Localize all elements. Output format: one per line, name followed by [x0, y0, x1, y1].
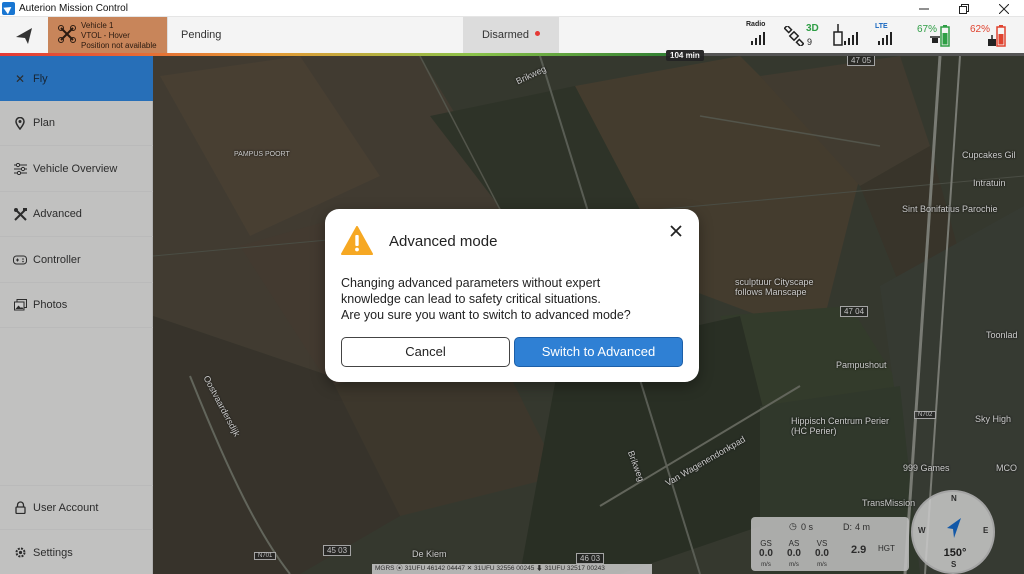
remote-control-icon — [833, 24, 843, 46]
controller-battery-percent: 62% — [970, 24, 991, 35]
dialog-close-button[interactable] — [669, 224, 683, 238]
restore-icon — [959, 3, 969, 14]
dialog-message-line: Are you sure you want to switch to advan… — [341, 308, 631, 322]
gps-fix: 3D — [806, 23, 819, 34]
drone-icon — [58, 25, 76, 43]
lte-signal-icon — [878, 31, 892, 45]
dialog-message-line: Changing advanced parameters without exp… — [341, 276, 601, 290]
dialog-message-line: knowledge can lead to safety critical si… — [341, 292, 601, 306]
lte-indicator[interactable]: LTE — [873, 17, 903, 54]
controller-battery-indicator[interactable]: 62% — [967, 17, 1017, 54]
rc-signal-icon — [844, 31, 858, 45]
restore-button[interactable] — [944, 0, 984, 17]
gps-indicator[interactable]: 3D 9 — [783, 17, 823, 54]
radio-indicator[interactable]: Radio — [745, 17, 775, 54]
advanced-mode-dialog: Advanced mode Changing advanced paramete… — [325, 209, 699, 382]
vehicle-battery-indicator[interactable]: 67% — [915, 17, 961, 54]
window-title: Auterion Mission Control — [19, 2, 128, 14]
status-text: Pending — [167, 17, 463, 54]
vehicle-position: Position not available — [81, 41, 157, 50]
auterion-logo-icon — [16, 27, 32, 44]
vehicle-mode: VTOL - Hover — [81, 31, 130, 40]
minimize-button[interactable] — [904, 0, 944, 17]
close-icon — [999, 3, 1009, 14]
close-icon — [670, 225, 682, 237]
arm-status-button[interactable]: Disarmed — [463, 17, 559, 54]
warning-icon — [341, 226, 373, 255]
minimize-icon — [919, 8, 929, 9]
app-logo-icon — [2, 1, 15, 15]
arm-status-dot — [535, 31, 541, 36]
gps-sat-count: 9 — [807, 37, 813, 47]
radio-label: Radio — [746, 21, 766, 28]
close-window-button[interactable] — [984, 0, 1024, 17]
switch-to-advanced-button[interactable]: Switch to Advanced — [514, 337, 683, 367]
vehicle-name: Vehicle 1 — [81, 21, 114, 30]
menu-button[interactable] — [0, 17, 48, 54]
battery-icon — [996, 25, 1006, 47]
radio-signal-icon — [751, 31, 765, 45]
cancel-button[interactable]: Cancel — [341, 337, 510, 367]
dialog-message: Changing advanced parameters without exp… — [341, 275, 671, 323]
arm-status-label: Disarmed — [481, 29, 530, 41]
satellite-icon — [784, 26, 804, 46]
dialog-title: Advanced mode — [389, 233, 498, 250]
battery-icon — [940, 25, 950, 47]
status-indicators: Radio 3D 9 LTE 67% 62% — [745, 17, 1024, 54]
top-toolbar: Vehicle 1 VTOL - Hover Position not avai… — [0, 17, 1024, 54]
lte-label: LTE — [875, 23, 888, 30]
vehicle-selector[interactable]: Vehicle 1 VTOL - Hover Position not avai… — [48, 17, 167, 54]
title-bar: Auterion Mission Control — [0, 0, 1024, 17]
vehicle-battery-percent: 67% — [917, 24, 938, 35]
rc-indicator[interactable] — [833, 17, 859, 54]
